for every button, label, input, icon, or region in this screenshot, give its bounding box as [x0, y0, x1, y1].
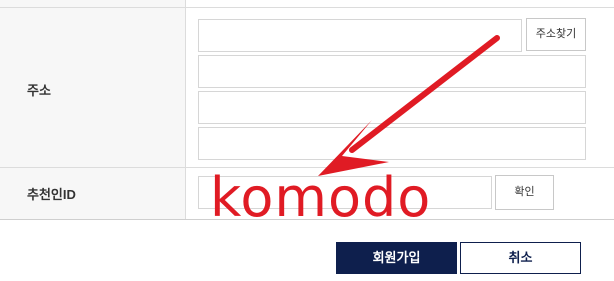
form-row-previous — [0, 0, 614, 8]
form-row-referrer: 추천인ID 확인 — [0, 168, 614, 219]
cancel-button[interactable]: 취소 — [460, 242, 581, 274]
address-label: 주소 — [27, 83, 51, 98]
signup-button[interactable]: 회원가입 — [336, 242, 457, 274]
referrer-id-input[interactable] — [198, 176, 492, 209]
form-row-address: 주소 주소찾기 — [0, 8, 614, 168]
referrer-confirm-button[interactable]: 확인 — [495, 175, 554, 210]
address-search-button[interactable]: 주소찾기 — [526, 18, 586, 51]
signup-form-table: 주소 주소찾기 추천인ID 확인 — [0, 0, 614, 220]
address-line3-input[interactable] — [198, 127, 586, 160]
address-line1-input[interactable] — [198, 55, 586, 88]
zipcode-input[interactable] — [198, 19, 522, 52]
referrer-label-cell: 추천인ID — [0, 168, 186, 219]
referrer-label: 추천인ID — [27, 187, 76, 202]
address-label-cell: 주소 — [0, 8, 186, 167]
signup-form-page: 주소 주소찾기 추천인ID 확인 회원가입 취소 komodo — [0, 0, 614, 281]
address-line2-input[interactable] — [198, 91, 586, 124]
